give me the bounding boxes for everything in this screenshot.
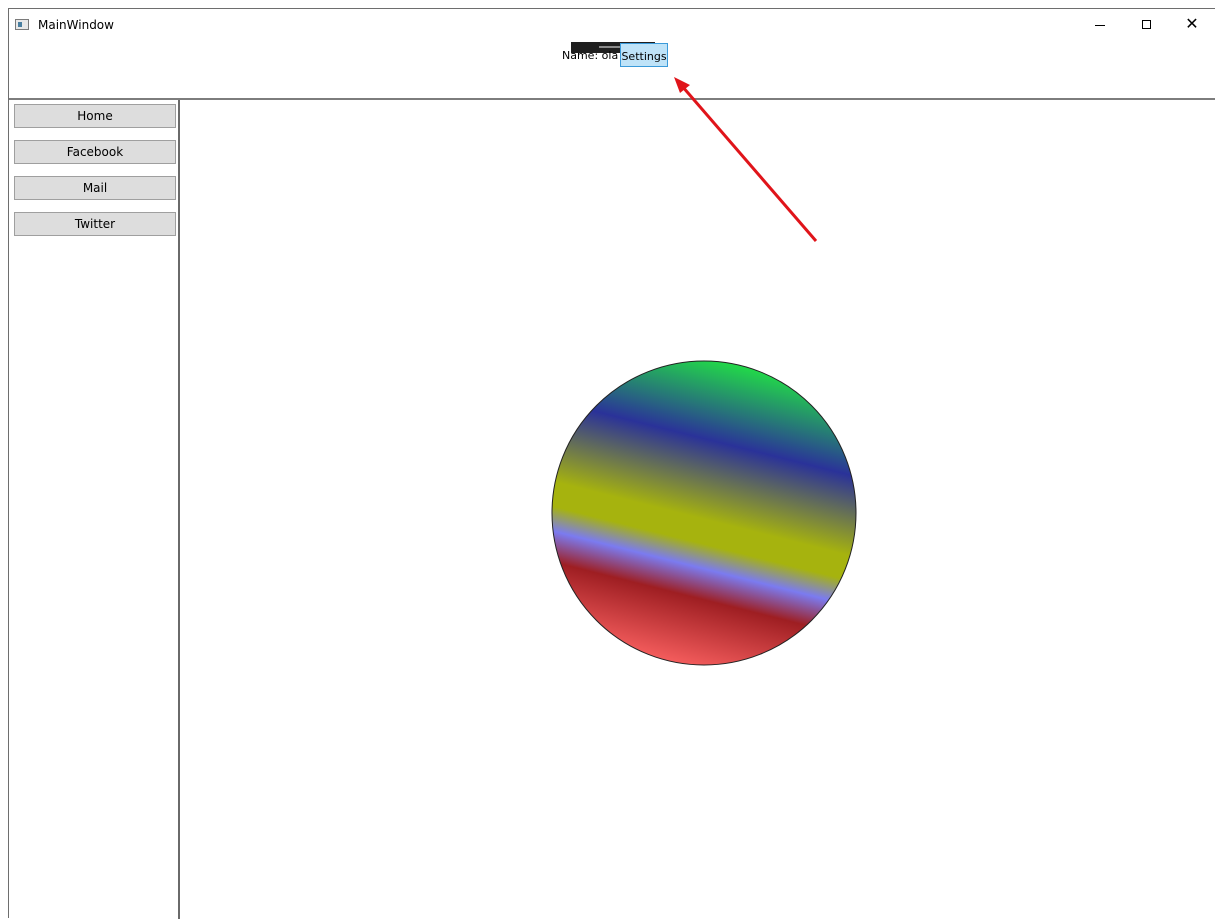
annotation-arrow-shaft	[680, 85, 818, 242]
annotation-overlay	[674, 77, 818, 242]
